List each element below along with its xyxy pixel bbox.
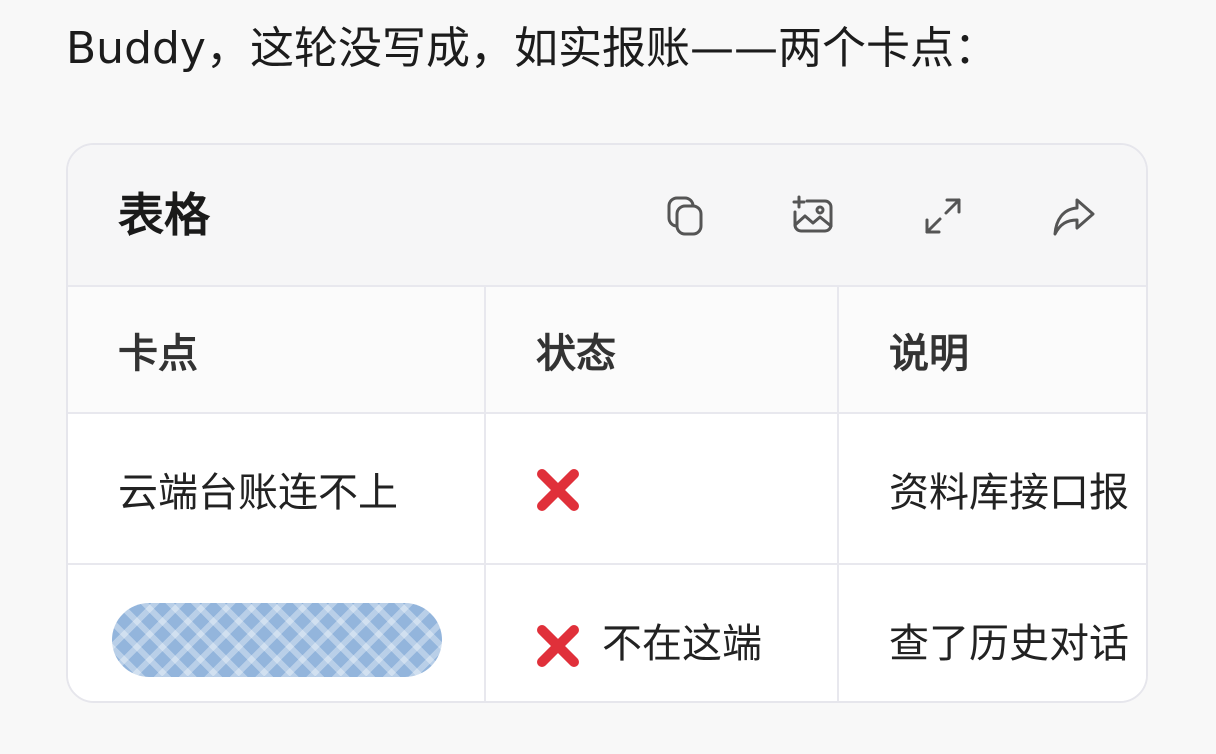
column-header-note: 说明 — [838, 287, 1146, 414]
column-header-status: 状态 — [485, 287, 839, 414]
share-icon — [1053, 198, 1095, 236]
message-intro: Buddy，这轮没写成，如实报账——两个卡点： — [66, 23, 998, 74]
status-cell: 不在这端 — [485, 564, 839, 701]
cross-mark-icon — [537, 469, 579, 511]
column-header-blocker: 卡点 — [68, 287, 486, 414]
status-cell — [485, 413, 839, 565]
redaction-scribble — [112, 602, 442, 677]
data-table: 卡点 状态 说明 云端台账连不上 资料库接口报 不在这端 查了历史对话 — [68, 287, 1146, 701]
image-icon — [792, 195, 833, 233]
table-card-header: 表格 — [68, 145, 1146, 287]
table-header-row: 卡点 状态 说明 — [68, 287, 1146, 414]
expand-button[interactable] — [916, 189, 970, 243]
status-text: 不在这端 — [602, 620, 762, 667]
cross-mark-icon — [537, 624, 579, 667]
expand-icon — [925, 198, 961, 234]
copy-button[interactable] — [658, 189, 712, 243]
table-row: 云端台账连不上 资料库接口报 — [68, 413, 1146, 565]
table-card: 表格 卡点 状态 说明 云端台账连不上 资料库接口报 不在这端 查了历史对话 — [66, 143, 1148, 703]
copy-icon — [667, 196, 703, 236]
table-card-title: 表格 — [118, 188, 210, 242]
note-cell: 资料库接口报 — [838, 413, 1146, 565]
blocker-cell — [68, 564, 486, 701]
table-row: 不在这端 查了历史对话 — [68, 564, 1146, 701]
save-image-button[interactable] — [786, 189, 840, 243]
blocker-cell: 云端台账连不上 — [68, 413, 486, 565]
note-cell: 查了历史对话 — [838, 564, 1146, 701]
share-button[interactable] — [1046, 189, 1100, 243]
